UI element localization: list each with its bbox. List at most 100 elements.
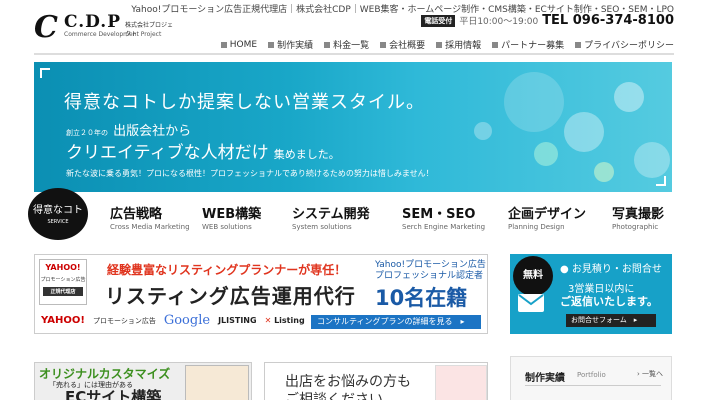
nav-home[interactable]: HOME [220, 38, 258, 51]
consult-line-1: 出店をお悩みの方も [285, 374, 411, 390]
contact-line-2: ご返信いたします。 [560, 295, 658, 308]
logo-name: C.D.P [64, 12, 121, 32]
yahoo-ad-text: プロモーション広告 [92, 316, 156, 325]
bullet-icon [324, 41, 331, 48]
nav-company[interactable]: 会社概要 [380, 38, 425, 51]
contact-box[interactable]: 無料 ● お見積り・お問合せ 3営業日以内に ご返信いたします。 お問合せフォー… [510, 254, 672, 334]
yahoo-logo: YAHOO! [41, 315, 85, 326]
works-link-text: 一覧へ [642, 370, 664, 378]
partner-logos: YAHOO! プロモーション広告 Google JLISTING ✕ Listi… [41, 313, 305, 328]
bullet-icon [575, 41, 582, 48]
phone-number[interactable]: TEL 096-374-8100 [542, 13, 674, 28]
bokeh-decoration [564, 112, 604, 152]
bokeh-decoration [614, 82, 644, 112]
free-badge: 無料 [513, 256, 553, 296]
yahoo-agency-badge: YAHOO! プロモーション広告 正規代理店 [39, 259, 87, 305]
contact-title-text: お見積り・お問合せ [571, 264, 662, 275]
works-list-link[interactable]: › 一覧へ [637, 369, 663, 379]
nav-label: 会社概要 [389, 41, 426, 51]
service-title: SEM・SEO [402, 207, 476, 222]
google-logo: Google [164, 313, 210, 328]
works-divider [525, 385, 661, 386]
nav-label: 採用情報 [445, 41, 482, 51]
service-sub: Planning Design [508, 223, 565, 231]
listing-banner[interactable]: YAHOO! プロモーション広告 正規代理店 経験豊富なリスティングプランナーが… [34, 254, 488, 334]
service-sub: Cross Media Marketing [110, 223, 190, 231]
bokeh-decoration [534, 142, 558, 166]
hero-line-3-tail: 集めました。 [273, 148, 340, 161]
works-sub: Portfolio [577, 371, 606, 379]
hero-line-2-small: 創立２０年の [66, 129, 108, 137]
ec-custom-banner[interactable]: オリジナルカスタマイズ 「売れる」には理由がある ECサイト構築 [34, 362, 252, 400]
badge-tag: 正規代理店 [43, 287, 83, 296]
service-system[interactable]: システム開発 System solutions [292, 203, 370, 231]
service-badge: 得意なコト SERVICE [28, 188, 88, 240]
service-sem-seo[interactable]: SEM・SEO Serch Engine Marketing [402, 203, 485, 231]
hero-line-3: クリエイティブな人材だけ 集めました。 [66, 138, 340, 163]
x-icon: ✕ [264, 316, 272, 325]
bullet-icon [436, 41, 443, 48]
bullet-icon [492, 41, 499, 48]
service-photo[interactable]: 写真撮影 Photographic [612, 203, 664, 231]
hero-line-3-main: クリエイティブな人材だけ [66, 143, 269, 163]
service-badge-sub: SERVICE [47, 219, 69, 225]
bullet-icon [380, 41, 387, 48]
badge-text: プロモーション広告 [40, 277, 86, 283]
nav-privacy[interactable]: プライバシーポリシー [575, 38, 674, 51]
phone-badge: 電話受付 [421, 14, 456, 27]
logo-mark: C [34, 10, 58, 45]
bokeh-decoration [634, 142, 670, 178]
hero-line-4: 新たな波に乗る勇気！プロになる根性！プロフェッショナルであり続けるための努力は惜… [66, 169, 434, 178]
custom-big: ECサイト構築 [65, 388, 162, 400]
shop-image [435, 365, 487, 400]
mail-icon [518, 294, 544, 312]
arrow-icon: › [637, 370, 640, 378]
top-nav: HOME 制作実績 料金一覧 会社概要 採用情報 パートナー募集 プライバシーポ… [220, 38, 674, 51]
xlisting-text: Listing [274, 316, 305, 325]
service-ad-strategy[interactable]: 広告戦略 Cross Media Marketing [110, 203, 190, 231]
nav-works[interactable]: 制作実績 [268, 38, 313, 51]
frame-corner [656, 176, 666, 186]
bokeh-decoration [504, 72, 564, 132]
consult-line-2: ご相談ください。 [285, 392, 397, 400]
mail-icon-svg [518, 294, 544, 306]
listing-count: 10名在籍 [375, 286, 468, 310]
nav-partner[interactable]: パートナー募集 [492, 38, 564, 51]
service-title: システム開発 [292, 207, 370, 222]
nav-recruit[interactable]: 採用情報 [436, 38, 481, 51]
phone-hours: 平日10:00〜19:00 [459, 17, 539, 27]
bokeh-decoration [594, 162, 614, 182]
dot-icon: ● [560, 264, 569, 275]
works-title: 制作実績 [525, 373, 565, 384]
service-badge-label: 得意なコト [33, 205, 83, 216]
hero-line-2: 創立２０年の 出版会社から [66, 120, 191, 139]
nav-label: 制作実績 [277, 41, 314, 51]
bullet-icon [220, 41, 227, 48]
service-planning[interactable]: 企画デザイン Planning Design [508, 203, 586, 231]
google-text: Google [163, 313, 211, 328]
header-divider [34, 53, 674, 55]
hero-line-2-main: 出版会社から [113, 124, 192, 139]
listing-red-text: 経験豊富なリスティングプランナーが専任！ [107, 263, 347, 277]
contact-form-button[interactable]: お問合せフォーム ▸ [566, 314, 656, 327]
service-title: 広告戦略 [110, 207, 163, 222]
logo-en: Commerce Development Project [64, 31, 162, 38]
service-title: WEB構築 [202, 207, 262, 222]
hero-headline: 得意なコトしか提案しない営業スタイル。 [64, 92, 425, 113]
xlisting-logo: ✕ Listing [265, 316, 305, 325]
nav-label: パートナー募集 [501, 41, 565, 51]
service-web[interactable]: WEB構築 WEB solutions [202, 203, 261, 231]
listing-right-2: プロフェッショナル認定者 [375, 271, 484, 281]
service-title: 写真撮影 [612, 207, 665, 222]
service-sub: System solutions [292, 223, 352, 231]
consult-banner[interactable]: 出店をお悩みの方も ご相談ください。 [264, 362, 488, 400]
consulting-detail-button[interactable]: コンサルティングプランの詳細を見る ▸ [311, 315, 481, 329]
nav-label: 料金一覧 [333, 41, 370, 51]
nav-label: HOME [229, 39, 258, 50]
service-sub: WEB solutions [202, 223, 252, 231]
nav-label: プライバシーポリシー [584, 41, 674, 51]
badge-logo: YAHOO! [45, 263, 81, 272]
nav-pricing[interactable]: 料金一覧 [324, 38, 369, 51]
hero-banner: 得意なコトしか提案しない営業スタイル。 創立２０年の 出版会社から クリエイティ… [34, 62, 672, 192]
bokeh-decoration [474, 122, 492, 140]
